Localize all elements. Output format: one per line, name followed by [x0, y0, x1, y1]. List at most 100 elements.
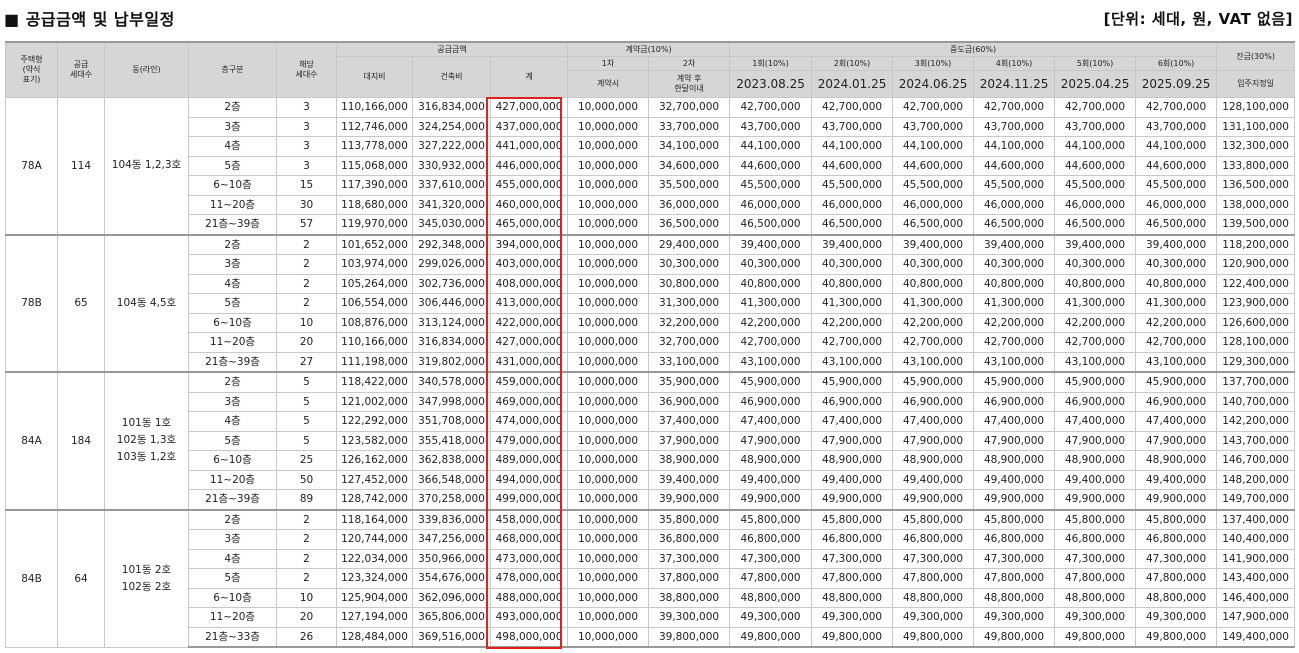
cell-floor: 6~10층: [188, 175, 277, 196]
cell-total: 460,000,000: [489, 194, 569, 215]
cell-middle-6: 45,900,000: [1135, 371, 1218, 393]
cell-building: 340,578,000: [412, 371, 491, 393]
cell-middle-6: 43,100,000: [1135, 351, 1218, 373]
header-housing-type: 주택형 (약식 표기): [5, 41, 58, 98]
cell-middle-3: 47,900,000: [892, 430, 975, 451]
cell-units: 26: [276, 626, 337, 648]
cell-units: 3: [276, 155, 337, 176]
cell-building: 330,932,000: [412, 155, 491, 176]
cell-contract-1: 10,000,000: [567, 214, 650, 235]
cell-contract-1: 10,000,000: [567, 529, 650, 550]
cell-middle-6: 41,300,000: [1135, 293, 1218, 314]
cell-land: 111,198,000: [336, 351, 413, 373]
cell-contract-2: 39,400,000: [648, 469, 731, 490]
cell-contract-2: 33,100,000: [648, 351, 731, 373]
cell-middle-2: 40,800,000: [811, 273, 894, 294]
cell-middle-6: 49,900,000: [1135, 489, 1218, 510]
cell-land: 122,292,000: [336, 411, 413, 432]
cell-units: 3: [276, 97, 337, 118]
cell-floor: 5층: [188, 293, 277, 314]
cell-dong-line: 101동 2호 102동 2호: [104, 508, 189, 648]
cell-land: 118,164,000: [336, 508, 413, 530]
table-row: 5층 5 123,582,000 355,418,000 479,000,000 10,0…: [6, 430, 1296, 451]
cell-contract-1: 10,000,000: [567, 194, 650, 215]
cell-middle-1: 49,300,000: [729, 607, 813, 628]
cell-building: 366,548,000: [412, 469, 491, 490]
cell-middle-3: 45,900,000: [892, 371, 975, 393]
cell-total: 498,000,000: [489, 626, 569, 648]
cell-contract-2: 37,800,000: [648, 568, 731, 589]
cell-middle-1: 49,800,000: [729, 626, 813, 648]
cell-balance: 126,600,000: [1216, 312, 1296, 333]
cell-middle-3: 44,600,000: [892, 155, 975, 176]
cell-middle-5: 47,900,000: [1054, 430, 1137, 451]
cell-balance: 122,400,000: [1216, 273, 1296, 294]
cell-balance: 120,900,000: [1216, 254, 1296, 275]
table-row: 11~20층 20 110,166,000 316,834,000 427,000,00…: [6, 332, 1296, 353]
cell-middle-5: 49,800,000: [1054, 626, 1137, 648]
cell-total: 489,000,000: [489, 450, 569, 471]
cell-total: 427,000,000: [489, 97, 569, 118]
cell-middle-2: 47,400,000: [811, 411, 894, 432]
cell-total: 458,000,000: [489, 508, 569, 530]
table-row: 4층 5 122,292,000 351,708,000 474,000,000 10,0…: [6, 411, 1296, 432]
cell-middle-6: 42,700,000: [1135, 97, 1218, 118]
cell-middle-5: 45,500,000: [1054, 175, 1137, 196]
cell-contract-1: 10,000,000: [567, 568, 650, 589]
cell-middle-1: 41,300,000: [729, 293, 813, 314]
cell-middle-6: 47,900,000: [1135, 430, 1218, 451]
cell-middle-4: 48,800,000: [973, 587, 1056, 608]
dong-line-text: 102동 1,3호: [116, 434, 177, 447]
cell-land: 123,324,000: [336, 568, 413, 589]
cell-middle-1: 40,300,000: [729, 254, 813, 275]
cell-total: 459,000,000: [489, 371, 569, 393]
dong-line-text: 103동 1,2호: [116, 451, 177, 464]
cell-contract-1: 10,000,000: [567, 175, 650, 196]
cell-middle-5: 49,900,000: [1054, 489, 1137, 510]
cell-middle-3: 49,400,000: [892, 469, 975, 490]
cell-middle-4: 42,700,000: [973, 332, 1056, 353]
cell-units: 2: [276, 508, 337, 530]
cell-middle-2: 49,900,000: [811, 489, 894, 510]
cell-total: 446,000,000: [489, 155, 569, 176]
cell-middle-5: 47,300,000: [1054, 548, 1137, 569]
cell-balance: 141,900,000: [1216, 548, 1296, 569]
cell-units: 2: [276, 254, 337, 275]
header-total: 계: [489, 56, 569, 98]
cell-land: 117,390,000: [336, 175, 413, 196]
cell-middle-1: 47,900,000: [729, 430, 813, 451]
cell-middle-2: 44,600,000: [811, 155, 894, 176]
cell-contract-1: 10,000,000: [567, 469, 650, 490]
cell-middle-3: 47,800,000: [892, 568, 975, 589]
cell-floor: 3층: [188, 116, 277, 137]
cell-total: 408,000,000: [489, 273, 569, 294]
table-row: 84B 64 101동 2호 102동 2호 2층 2 118,164,000 339,836…: [5, 508, 1296, 648]
cell-building: 347,256,000: [412, 529, 491, 550]
cell-total: 474,000,000: [489, 411, 569, 432]
cell-middle-5: 43,700,000: [1054, 116, 1137, 137]
cell-contract-1: 10,000,000: [567, 430, 650, 451]
cell-dong-line: 101동 1호 102동 1,3호 103동 1,2호: [104, 371, 189, 510]
cell-building: 345,030,000: [412, 214, 491, 235]
cell-floor: 4층: [188, 411, 277, 432]
cell-supply-units: 114: [57, 97, 105, 235]
cell-middle-4: 48,900,000: [973, 450, 1056, 471]
cell-middle-4: 49,300,000: [973, 607, 1056, 628]
cell-building: 354,676,000: [412, 568, 491, 589]
cell-middle-5: 40,800,000: [1054, 273, 1137, 294]
cell-middle-4: 49,800,000: [973, 626, 1056, 648]
cell-balance: 140,700,000: [1216, 391, 1296, 412]
table-row: 5층 2 123,324,000 354,676,000 478,000,000 10,0…: [6, 568, 1296, 589]
cell-land: 101,652,000: [336, 233, 413, 255]
cell-middle-3: 48,800,000: [892, 587, 975, 608]
cell-building: 313,124,000: [412, 312, 491, 333]
cell-total: 469,000,000: [489, 391, 569, 412]
table-row: 3층 2 120,744,000 347,256,000 468,000,000 10,0…: [6, 529, 1296, 550]
header-m6: 6회(10%): [1135, 56, 1218, 71]
header-dong-line: 동(라인): [104, 41, 189, 98]
page-title: ■ 공급금액 및 납부일정: [4, 10, 175, 29]
cell-floor: 21층~33층: [188, 626, 277, 648]
cell-building: 369,516,000: [412, 626, 491, 648]
cell-floor: 5층: [188, 568, 277, 589]
cell-total: 455,000,000: [489, 175, 569, 196]
